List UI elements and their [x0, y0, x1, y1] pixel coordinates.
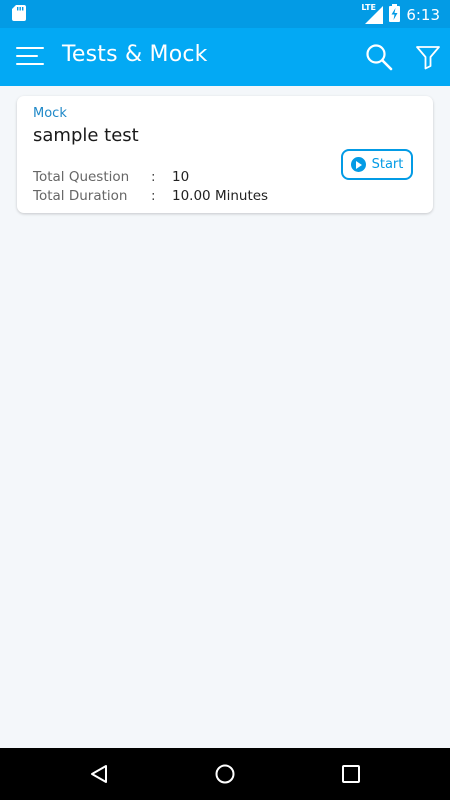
play-icon [350, 157, 366, 172]
search-icon[interactable] [364, 42, 394, 72]
test-card[interactable]: Mock sample test Total Question : 10 Tot… [17, 96, 433, 213]
home-icon[interactable] [214, 763, 236, 785]
meta-label: Total Duration [33, 188, 128, 204]
meta-value: 10 [172, 169, 190, 185]
status-bar: LTE 6:13 [0, 0, 450, 28]
lte-signal-icon: LTE [361, 3, 384, 24]
test-list: Mock sample test Total Question : 10 Tot… [0, 86, 450, 748]
clock: 6:13 [406, 6, 440, 24]
start-button-label: Start [371, 157, 404, 172]
system-nav-bar [0, 748, 450, 800]
filter-icon[interactable] [415, 44, 441, 70]
sd-card-icon [12, 5, 26, 25]
meta-value: 10.00 Minutes [172, 188, 269, 204]
meta-label: Total Question [33, 169, 130, 185]
recent-apps-icon[interactable] [341, 764, 361, 784]
menu-icon[interactable] [16, 44, 46, 70]
page-title: Tests & Mock [62, 42, 208, 67]
test-type-label: Mock [33, 106, 67, 121]
total-duration-row: Total Duration : 10.00 Minutes [33, 188, 268, 204]
meta-colon: : [151, 188, 156, 204]
test-title: sample test [33, 125, 139, 146]
start-button[interactable]: Start [341, 149, 413, 180]
meta-colon: : [151, 169, 156, 185]
back-icon[interactable] [88, 763, 110, 785]
total-question-row: Total Question : 10 [33, 169, 189, 185]
network-label: LTE [361, 3, 377, 12]
battery-charging-icon [389, 4, 401, 26]
app-bar: Tests & Mock [0, 28, 450, 86]
